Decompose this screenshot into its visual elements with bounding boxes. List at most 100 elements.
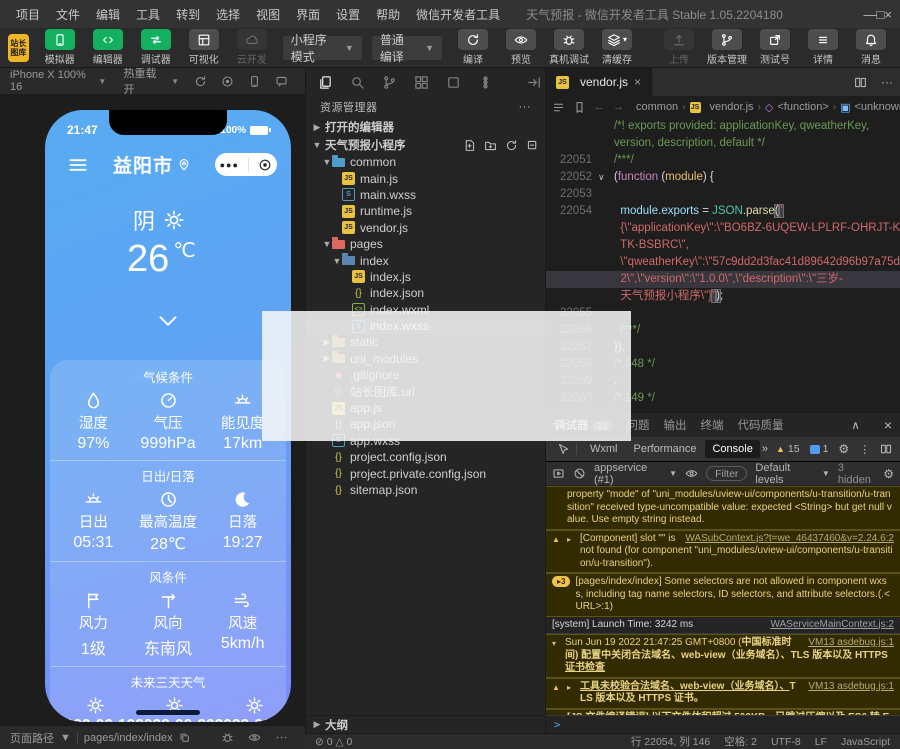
collapse-panel-icon[interactable]: ∧: [851, 418, 859, 432]
dango-icon[interactable]: [478, 75, 493, 90]
toolbar-button-模拟器[interactable]: 模拟器: [39, 29, 81, 66]
source-link[interactable]: WAServiceMainContext.js:2: [770, 619, 894, 632]
tree-file-project.config.json[interactable]: {}project.config.json: [306, 449, 545, 465]
console-message-1[interactable]: ▲▸WASubContext.js?t=we_46437460&v=2.24.6…: [546, 530, 900, 574]
source-link[interactable]: WASubContext.js?t=we_46437460&v=2.24.6:2: [685, 533, 894, 546]
debugger-tab-代码质量[interactable]: 代码质量: [738, 417, 784, 433]
expander-icon[interactable]: ▸: [567, 681, 575, 706]
toolbar-button-编辑器[interactable]: 编辑器: [87, 29, 129, 66]
close-icon[interactable]: ×: [634, 75, 641, 89]
toolbar-button-清缓存[interactable]: ▾清缓存: [596, 29, 638, 66]
status-segment[interactable]: UTF-8: [771, 736, 801, 748]
gear-icon[interactable]: ⚙: [883, 467, 894, 481]
breadcrumb-item[interactable]: common: [636, 101, 678, 113]
menu-item-帮助[interactable]: 帮助: [368, 8, 408, 22]
ellipsis-icon[interactable]: [268, 731, 295, 744]
more-actions-icon[interactable]: ···: [874, 68, 900, 96]
tree-file-index.json[interactable]: {}index.json: [306, 285, 545, 301]
toolbar-button-版本管理[interactable]: 版本管理: [706, 29, 748, 66]
source-link[interactable]: VM13 asdebug.js:1: [808, 681, 894, 694]
toolbar-button-可视化[interactable]: 可视化: [183, 29, 225, 66]
minimize-button[interactable]: —: [864, 7, 877, 22]
breadcrumb-item[interactable]: vendor.js: [710, 101, 754, 113]
clear-console-icon[interactable]: [573, 467, 586, 480]
newfile-icon[interactable]: [463, 139, 476, 152]
device-select[interactable]: iPhone X 100% 16: [10, 69, 94, 93]
chat-icon[interactable]: [268, 75, 295, 88]
tree-file-runtime.js[interactable]: JSruntime.js: [306, 203, 545, 219]
console-message-2[interactable]: ▸3[pages/index/index] Some selectors are…: [546, 573, 900, 617]
avatar[interactable]: 站长 图库: [8, 34, 29, 62]
console-prompt[interactable]: >: [546, 715, 900, 733]
toolbar-button-详情[interactable]: 详情: [802, 29, 844, 66]
breadcrumb-item[interactable]: <unknown: [855, 101, 900, 113]
menu-item-文件[interactable]: 文件: [48, 8, 88, 22]
inspect-icon[interactable]: [552, 443, 577, 455]
listsel-icon[interactable]: [552, 101, 565, 114]
source-link[interactable]: VM13 asdebug.js:1: [808, 637, 894, 650]
tabr-icon[interactable]: [527, 75, 542, 90]
fold-chevron-icon[interactable]: ∨: [598, 169, 610, 186]
phone-icon[interactable]: [241, 75, 268, 88]
hot-reload-toggle[interactable]: 热重载 开: [124, 65, 168, 97]
devtools-tab-performance[interactable]: Performance: [627, 440, 704, 458]
tree-file-vendor.js[interactable]: JSvendor.js: [306, 220, 545, 236]
tree-file-sitemap.json[interactable]: {}sitemap.json: [306, 482, 545, 498]
status-segment[interactable]: 空格: 2: [724, 736, 757, 748]
toolbar-button-预览[interactable]: 预览: [500, 29, 542, 66]
menu-item-选择[interactable]: 选择: [208, 8, 248, 22]
git-icon[interactable]: [382, 75, 397, 90]
arrow-right-icon[interactable]: →: [613, 101, 624, 114]
status-segment[interactable]: 行 22054, 列 146: [631, 736, 710, 748]
devtools-tab-wxml[interactable]: Wxml: [583, 440, 625, 458]
eye-icon[interactable]: [685, 467, 698, 480]
kebab-menu-icon[interactable]: ⋮: [859, 443, 870, 456]
expander-icon[interactable]: ▾: [552, 637, 560, 675]
toolbar-button-真机调试[interactable]: 真机调试: [548, 29, 590, 66]
newfolder-icon[interactable]: [484, 139, 497, 152]
chevron-down-icon[interactable]: ▾: [623, 35, 627, 44]
menu-item-工具[interactable]: 工具: [128, 8, 168, 22]
toolbar-button-消息[interactable]: 消息: [850, 29, 892, 66]
devtools-tab-console[interactable]: Console: [705, 440, 759, 458]
open-editors-section[interactable]: ▶ 打开的编辑器: [306, 118, 545, 136]
toolbar-button-云开发[interactable]: 云开发: [231, 29, 273, 66]
gear-icon[interactable]: ⚙: [838, 442, 849, 456]
overflow-chevrons-icon[interactable]: »: [762, 443, 768, 455]
status-segment[interactable]: LF: [815, 736, 827, 748]
search-icon[interactable]: [350, 75, 365, 90]
refresh-icon[interactable]: [187, 75, 214, 88]
outline-section[interactable]: ▶ 大纲: [306, 715, 545, 733]
close-icon[interactable]: ×: [884, 417, 892, 433]
menu-item-项目[interactable]: 项目: [8, 8, 48, 22]
page-path-label[interactable]: 页面路径: [10, 730, 54, 746]
tree-folder-pages[interactable]: ▼pages: [306, 236, 545, 252]
location-pin-icon[interactable]: [177, 158, 191, 172]
more-dots-icon[interactable]: ●●●: [220, 160, 239, 170]
console-log-area[interactable]: property "mode" of "uni_modules/uview-ui…: [546, 486, 900, 715]
menu-item-编辑[interactable]: 编辑: [88, 8, 128, 22]
record-icon[interactable]: [214, 75, 241, 88]
split-editor-icon[interactable]: [847, 68, 874, 96]
menu-item-设置[interactable]: 设置: [328, 8, 368, 22]
top-frame-icon[interactable]: [552, 467, 565, 480]
minimize-target-icon[interactable]: [258, 158, 272, 172]
expander-icon[interactable]: ▸: [567, 533, 575, 571]
bookmark-icon[interactable]: [573, 101, 586, 114]
project-root-section[interactable]: ▼ 天气预报小程序: [306, 136, 545, 154]
popout-icon[interactable]: [880, 443, 892, 455]
toolbar-button-测试号[interactable]: 测试号: [754, 29, 796, 66]
console-message-0[interactable]: property "mode" of "uni_modules/uview-ui…: [546, 486, 900, 530]
tree-file-main.js[interactable]: JSmain.js: [306, 170, 545, 186]
tree-folder-index[interactable]: ▼index: [306, 252, 545, 268]
menu-item-视图[interactable]: 视图: [248, 8, 288, 22]
bug-icon[interactable]: [214, 731, 241, 744]
frame-select[interactable]: appservice (#1): [594, 462, 661, 486]
log-levels-select[interactable]: Default levels: [755, 462, 814, 486]
debugger-tab-输出[interactable]: 输出: [664, 417, 687, 433]
hamburger-menu-icon[interactable]: [67, 154, 89, 176]
files-icon[interactable]: [318, 75, 333, 90]
more-actions-icon[interactable]: ···: [519, 101, 532, 113]
breadcrumb-item[interactable]: <function>: [777, 101, 828, 113]
collapseall-icon[interactable]: [526, 139, 539, 152]
